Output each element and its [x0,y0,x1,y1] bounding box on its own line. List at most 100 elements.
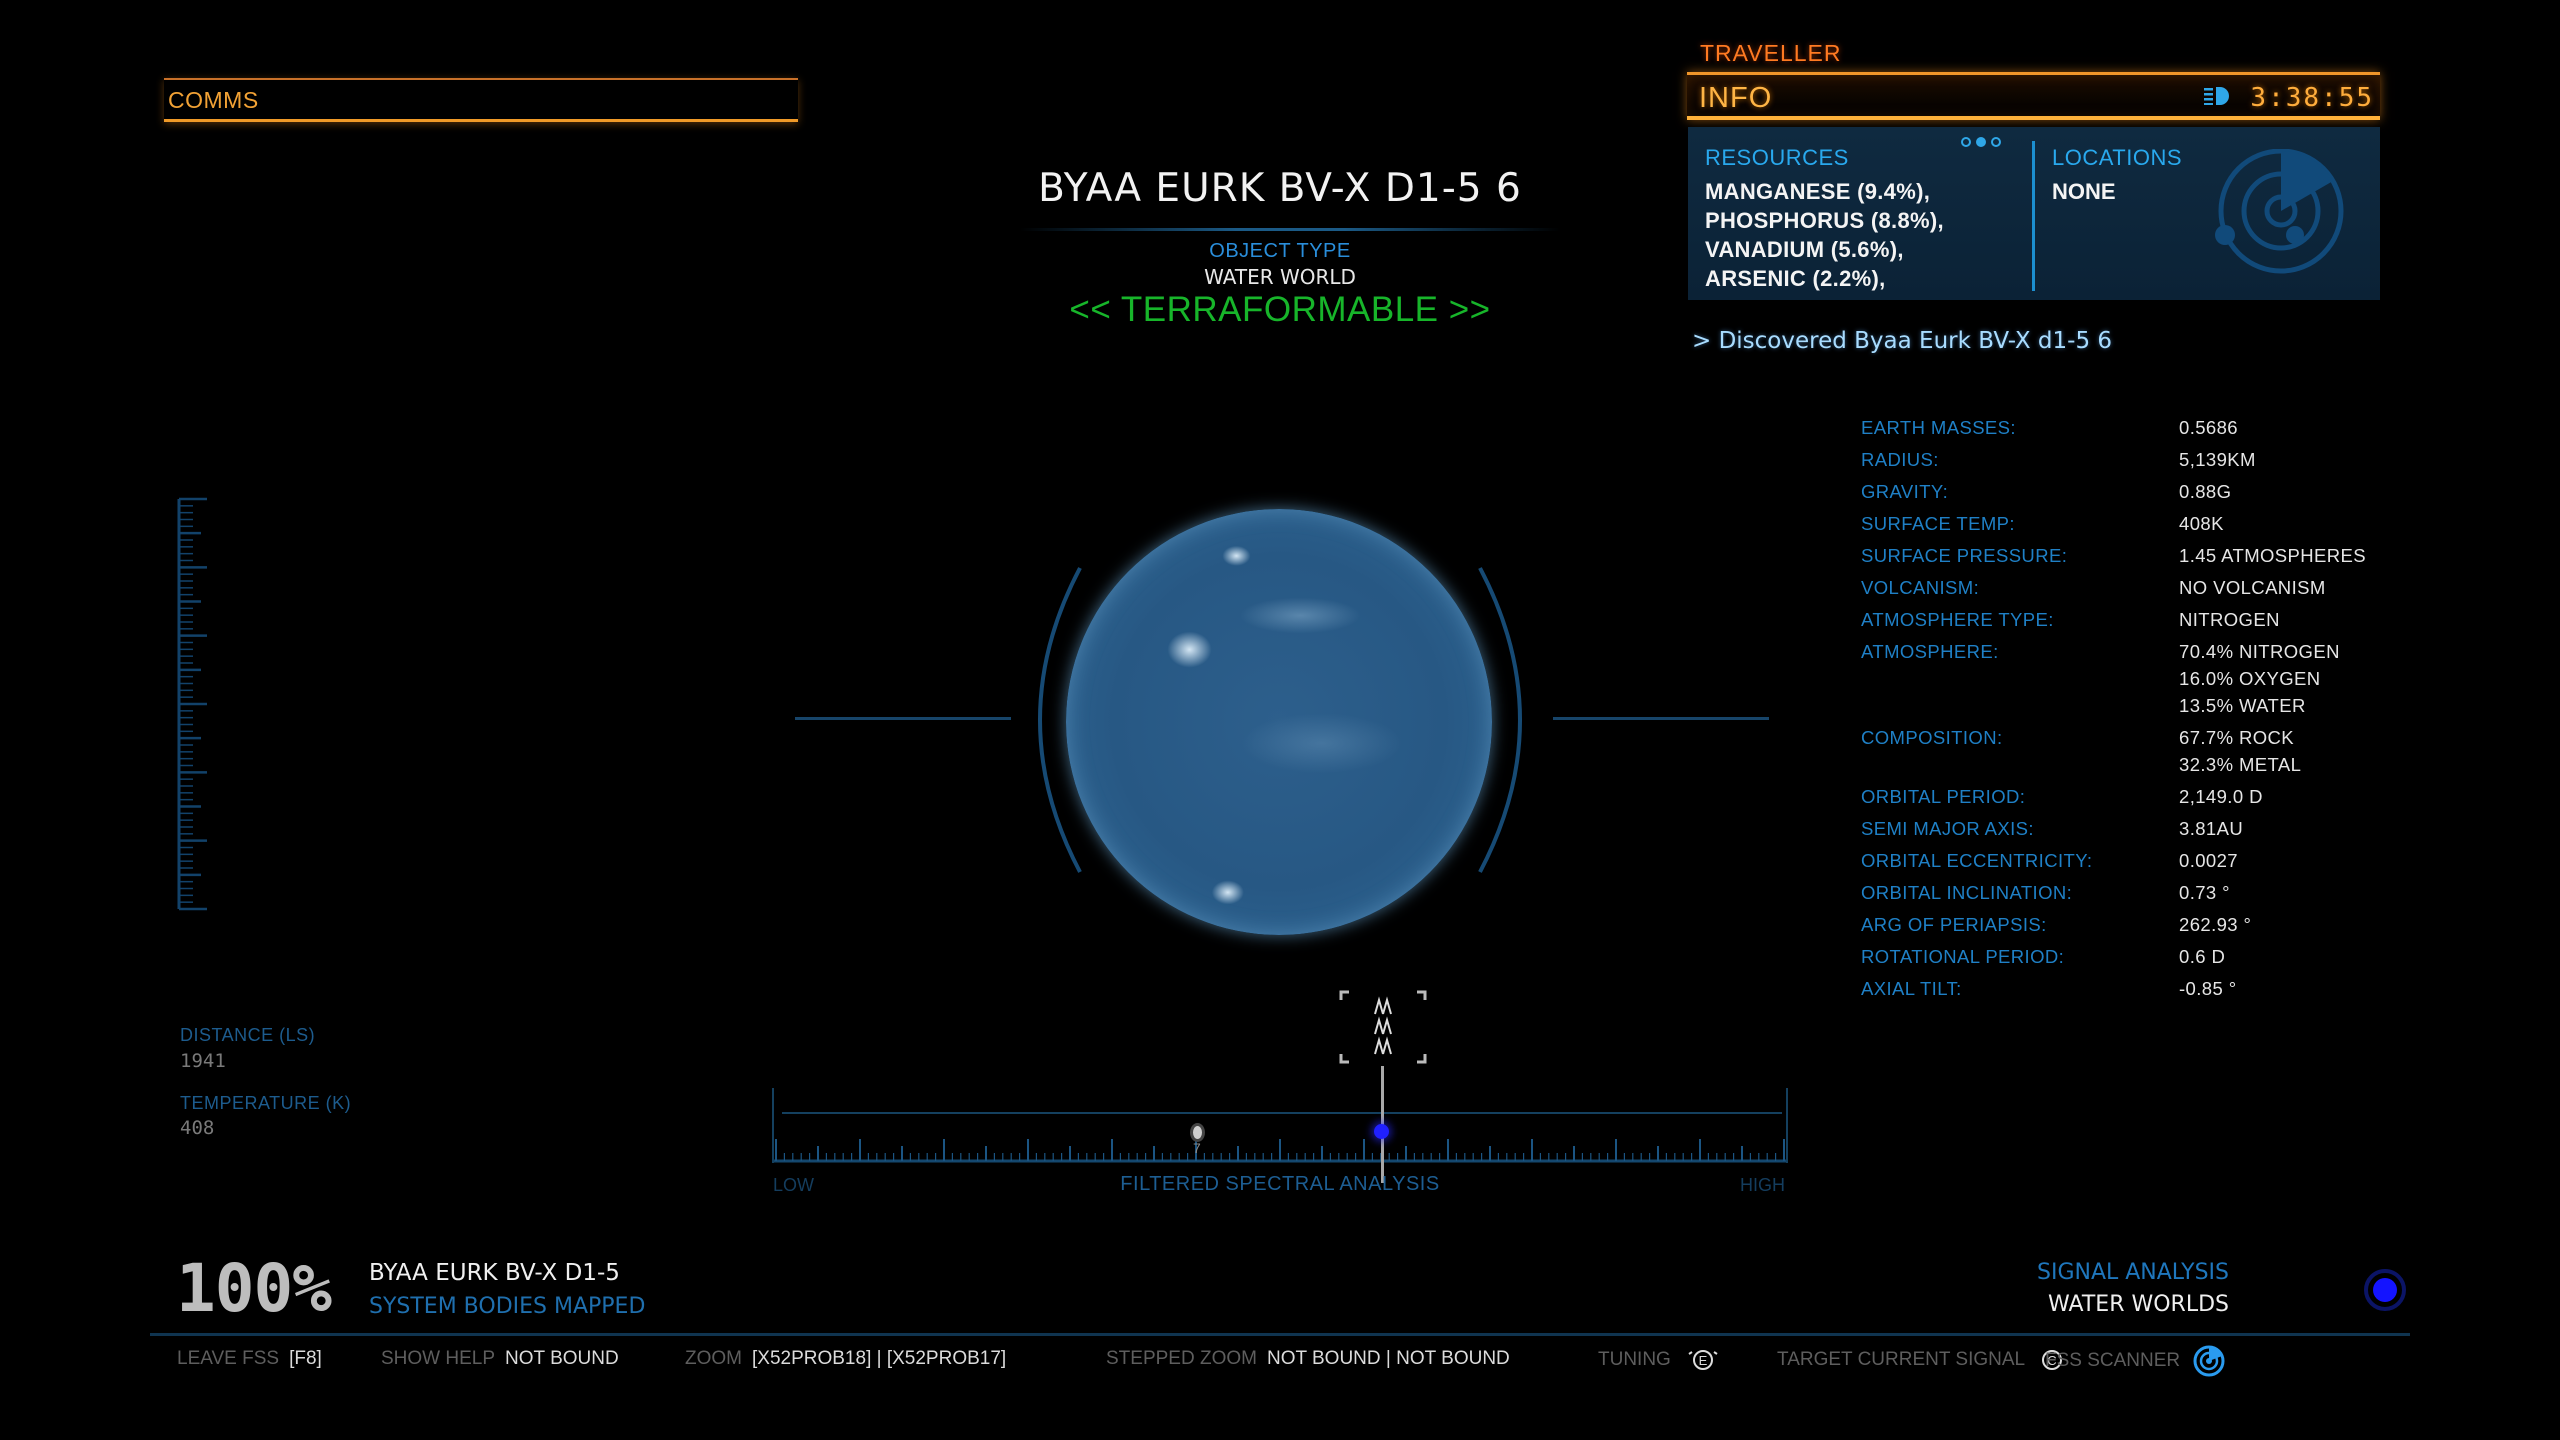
stat-label: GRAVITY: [1861,481,1949,502]
stat-value-line: 262.93 ° [2179,914,2252,935]
target-reticle [1339,990,1427,1064]
stat-value-line: NITROGEN [2179,609,2280,630]
stat-row: EARTH MASSES: 0.5686 [1861,414,2421,441]
stat-row: AXIAL TILT: -0.85 ° [1861,975,2421,1002]
spectrum-title: FILTERED SPECTRAL ANALYSIS [1120,1173,1440,1195]
stat-value-line: 0.73 ° [2179,882,2230,903]
zoom-scale [177,497,207,911]
stat-row: ORBITAL INCLINATION: 0.73 ° [1861,879,2421,906]
stat-label: ATMOSPHERE: [1861,641,1999,662]
stat-row: ROTATIONAL PERIOD: 0.6 D [1861,943,2421,970]
stat-value: -0.85 ° [2179,975,2237,1002]
stat-row: ORBITAL ECCENTRICITY: 0.0027 [1861,847,2421,874]
key-zoom[interactable]: ZOOM [X52PROB18] | [X52PROB17] [685,1348,1006,1370]
stat-label: SEMI MAJOR AXIS: [1861,818,2034,839]
stat-label: ORBITAL INCLINATION: [1861,882,2073,903]
stat-value-line: 16.0% OXYGEN [2179,668,2321,689]
key-show-help[interactable]: SHOW HELP NOT BOUND [381,1348,619,1370]
stat-row: GRAVITY: 0.88G [1861,478,2421,505]
fss-scanner-icon [2193,1345,2225,1377]
distance-value: 1941 [180,1050,226,1072]
terraform-status: << TERRAFORMABLE >> [1069,290,1491,329]
panel-pager[interactable] [1961,137,2001,147]
stat-value-line: 3.81AU [2179,818,2244,839]
object-type-value: WATER WORLD [1204,265,1356,289]
signal-count: 7 [1193,1140,1201,1156]
planet-water-world[interactable] [1066,509,1492,935]
comms-label: COMMS [168,87,259,113]
spectrum-scale[interactable] [770,1088,1790,1168]
keybar-divider [150,1333,2410,1336]
stat-value: 0.73 ° [2179,879,2230,906]
stat-value-line: 0.88G [2179,481,2232,502]
system-name: BYAA EURK BV-X D1-5 [369,1260,620,1286]
title-divider [1020,228,1560,231]
stat-value: 0.88G [2179,478,2231,505]
stat-value: 0.6 D [2179,943,2225,970]
key-leave-fss[interactable]: LEAVE FSS [F8] [177,1348,322,1370]
stat-label: COMPOSITION: [1861,727,2003,748]
stat-label: ATMOSPHERE TYPE: [1861,609,2054,630]
key-target-current-signal[interactable]: TARGET CURRENT SIGNAL C [1777,1348,2064,1372]
stat-row: ATMOSPHERE TYPE: NITROGEN [1861,606,2421,633]
pager-dot-1[interactable] [1961,137,1971,147]
headlight-icon [2204,87,2229,105]
stat-value-line: 70.4% NITROGEN [2179,641,2340,662]
stat-value-line: 1.45 ATMOSPHERES [2179,545,2367,566]
stat-value-line: 0.5686 [2179,417,2238,438]
stat-value: 0.0027 [2179,847,2238,874]
e-key-icon: E [1688,1350,1718,1370]
stat-value-line: 67.7% ROCK [2179,727,2295,748]
stat-value: NO VOLCANISM [2179,574,2326,601]
pager-dot-3[interactable] [1991,137,2001,147]
stat-label: AXIAL TILT: [1861,978,1962,999]
stat-value: NITROGEN [2179,606,2280,633]
comms-panel[interactable]: COMMS [164,78,798,122]
key-tuning[interactable]: TUNING E [1598,1348,1720,1372]
stat-value-line: 0.0027 [2179,850,2238,871]
stat-row: COMPOSITION: 67.7% ROCK 32.3% METAL [1861,724,2421,778]
stat-value-line: NO VOLCANISM [2179,577,2326,598]
signal-analysis-label: SIGNAL ANALYSIS [2036,1260,2229,1285]
planet-hud-line-right [1553,717,1769,720]
stat-row: ARG OF PERIAPSIS: 262.93 ° [1861,911,2421,938]
info-header-bar: INFO 3:38:55 [1687,72,2380,120]
stat-row: ATMOSPHERE: 70.4% NITROGEN 16.0% OXYGEN 13.… [1861,638,2421,719]
stat-value-line: 5,139KM [2179,449,2256,470]
stat-label: ORBITAL PERIOD: [1861,786,2026,807]
stat-label: EARTH MASSES: [1861,417,2016,438]
stat-row: ORBITAL PERIOD: 2,149.0 D [1861,783,2421,810]
fss-scanner[interactable]: FSS SCANNER [2045,1345,2225,1377]
stat-value-line: 32.3% METAL [2179,754,2302,775]
stat-value-line: 2,149.0 D [2179,786,2263,807]
body-name: BYAA EURK BV-X D1-5 6 [1038,166,1522,211]
stat-value: 2,149.0 D [2179,783,2263,810]
stat-row: SURFACE PRESSURE: 1.45 ATMOSPHERES [1861,542,2421,569]
spectrum-high-label: HIGH [1740,1175,1785,1195]
pager-dot-2[interactable] [1976,137,1986,147]
clock: 3:38:55 [2250,83,2374,113]
traveller-label: TRAVELLER [1700,40,1842,66]
stat-value: 1.45 ATMOSPHERES [2179,542,2366,569]
stat-label: ROTATIONAL PERIOD: [1861,946,2065,967]
stat-value: 5,139KM [2179,446,2256,473]
stat-row: VOLCANISM: NO VOLCANISM [1861,574,2421,601]
stat-value: 0.5686 [2179,414,2238,441]
key-stepped-zoom[interactable]: STEPPED ZOOM NOT BOUND | NOT BOUND [1106,1348,1510,1370]
signal-type: WATER WORLDS [2047,1292,2229,1317]
stat-row: RADIUS: 5,139KM [1861,446,2421,473]
stat-value: 408K [2179,510,2224,537]
object-type-label: OBJECT TYPE [1209,240,1351,262]
stat-label: VOLCANISM: [1861,577,1980,598]
distance-label: DISTANCE (LS) [180,1025,316,1045]
body-stats-table: EARTH MASSES: 0.5686 RADIUS: 5,139KM GRAVITY… [1861,414,2421,1007]
signal-orb-icon [2364,1269,2406,1311]
bodies-mapped-percent: 100% [176,1250,332,1327]
bodies-mapped-label: SYSTEM BODIES MAPPED [369,1294,646,1319]
temperature-label: TEMPERATURE (K) [180,1093,352,1113]
svg-text:E: E [1699,1353,1708,1368]
stat-label: ARG OF PERIAPSIS: [1861,914,2047,935]
stat-row: SURFACE TEMP: 408K [1861,510,2421,537]
planet-hud-line-left [795,717,1011,720]
fss-scanner-label: FSS SCANNER [2045,1350,2181,1372]
